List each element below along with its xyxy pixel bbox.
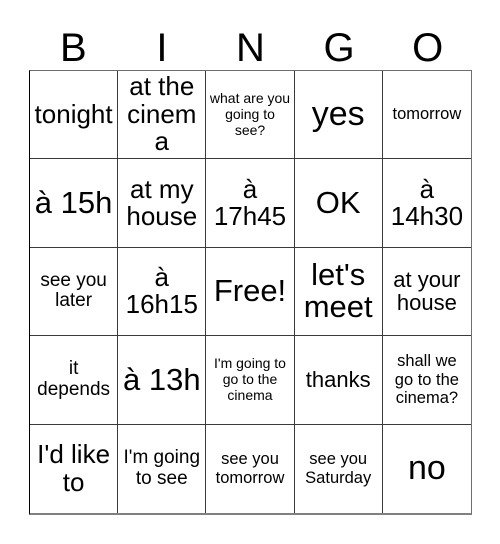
bingo-cell[interactable]: it depends [30, 336, 119, 425]
bingo-cell-label: à 15h [34, 184, 113, 220]
bingo-cell[interactable]: OK [294, 159, 383, 248]
bingo-cell[interactable]: I'm going to go to the cinema [206, 336, 295, 425]
bingo-cell[interactable]: at my house [118, 159, 207, 248]
bingo-header-letter-i: I [156, 26, 168, 70]
bingo-cell-label: à 17h45 [213, 173, 287, 232]
bingo-header-letter-g: G [323, 26, 355, 70]
bingo-cell-label: I'd like to [37, 439, 111, 497]
bingo-cell[interactable]: let's meet [294, 247, 383, 337]
bingo-cell-label: à 13h [123, 361, 201, 397]
bingo-cell-label: I'm going to go to the cinema [214, 355, 286, 403]
bingo-cell[interactable]: tonight [30, 71, 119, 160]
bingo-cell[interactable]: à 15h [30, 159, 119, 248]
bingo-cell[interactable]: at your house [382, 247, 471, 337]
bingo-header-letter-n: N [236, 26, 265, 70]
bingo-cell-label: yes [311, 95, 365, 134]
bingo-cell-label: shall we go to the cinema? [394, 352, 459, 408]
bingo-cell[interactable]: tomorrow [382, 71, 471, 160]
bingo-cell[interactable]: à 13h [118, 336, 207, 425]
bingo-cell[interactable]: what are you going to see? [206, 71, 295, 160]
bingo-cell[interactable]: see you Saturday [294, 424, 383, 513]
bingo-cell-label: à 14h30 [390, 173, 464, 232]
bingo-cell[interactable]: à 17h45 [206, 159, 295, 248]
bingo-cell-label: no [407, 449, 446, 488]
bingo-cell[interactable]: shall we go to the cinema? [382, 336, 471, 425]
bingo-card: B I N G O tonight at the cinema what are y… [0, 0, 500, 544]
bingo-cell[interactable]: see you later [30, 247, 119, 337]
bingo-cell-label: at my house [126, 173, 198, 232]
bingo-cell-label: it depends [37, 358, 111, 400]
bingo-header-letter-o: O [412, 26, 444, 70]
bingo-cell-label: tomorrow [392, 105, 462, 124]
bingo-cell-label: what are you going to see? [209, 90, 291, 138]
bingo-grid: tonight at the cinema what are you going t… [29, 70, 472, 515]
bingo-cell[interactable]: à 16h15 [118, 247, 207, 337]
bingo-cell[interactable]: yes [294, 71, 383, 160]
bingo-cell-label: tonight [34, 98, 113, 129]
bingo-cell[interactable]: à 14h30 [382, 159, 471, 248]
bingo-cell[interactable]: Free! [206, 247, 295, 337]
bingo-cell-label: see you tomorrow [215, 450, 285, 487]
bingo-cell-label: Free! [213, 273, 287, 309]
bingo-cell[interactable]: no [382, 424, 471, 513]
bingo-cell[interactable]: at the cinema [118, 71, 207, 160]
bingo-cell[interactable]: I'm going to see [118, 424, 207, 513]
bingo-cell-label: let's meet [303, 257, 373, 325]
bingo-cell[interactable]: I'd like to [30, 424, 119, 513]
bingo-cell[interactable]: thanks [294, 336, 383, 425]
bingo-cell-label: at your house [393, 266, 461, 316]
bingo-cell-label: I'm going to see [123, 446, 201, 489]
bingo-cell-label: thanks [305, 367, 371, 393]
bingo-cell-label: à 16h15 [125, 261, 198, 320]
bingo-header-letter-b: B [59, 26, 87, 70]
bingo-cell-label: see you later [40, 269, 107, 312]
bingo-cell-label: OK [315, 184, 361, 220]
bingo-cell-label: see you Saturday [305, 450, 372, 487]
bingo-cell[interactable]: see you tomorrow [206, 424, 295, 513]
bingo-cell-label: at the cinema [127, 71, 197, 157]
bingo-header-row: B I N G O [29, 18, 472, 68]
